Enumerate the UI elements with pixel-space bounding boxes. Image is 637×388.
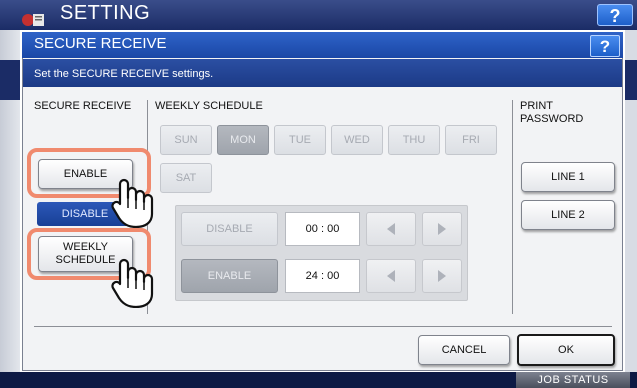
job-status-button[interactable]: JOB STATUS: [516, 372, 630, 388]
left-arrow-icon: [387, 270, 395, 282]
print-password-heading: PRINT PASSWORD: [520, 100, 584, 125]
left-strip-accent: [0, 60, 20, 100]
enable-time-decrease-button[interactable]: [366, 259, 416, 293]
cancel-button[interactable]: CANCEL: [418, 335, 510, 365]
right-arrow-icon: [438, 270, 446, 282]
dialog-message: Set the SECURE RECEIVE settings.: [34, 68, 214, 80]
left-arrow-icon: [387, 223, 395, 235]
schedule-disable-button[interactable]: DISABLE: [181, 212, 278, 246]
app-help-button[interactable]: ?: [597, 4, 633, 26]
ok-button[interactable]: OK: [517, 334, 615, 366]
disable-time-decrease-button[interactable]: [366, 212, 416, 246]
secure-receive-heading: SECURE RECEIVE: [34, 100, 132, 112]
day-mon-button[interactable]: MON: [217, 125, 269, 155]
disable-time-increase-button[interactable]: [422, 212, 462, 246]
line1-button[interactable]: LINE 1: [521, 162, 615, 192]
divider-right: [512, 100, 513, 314]
setting-logo-icon: [22, 14, 44, 26]
weekly-schedule-heading: WEEKLY SCHEDULE: [155, 100, 263, 112]
dialog-title: SECURE RECEIVE: [34, 35, 167, 52]
day-thu-button[interactable]: THU: [388, 125, 440, 155]
day-sat-button[interactable]: SAT: [160, 163, 212, 193]
day-sun-button[interactable]: SUN: [160, 125, 212, 155]
disable-time-field[interactable]: 00 : 00: [285, 212, 360, 246]
schedule-enable-button[interactable]: ENABLE: [181, 259, 278, 293]
tap-hand-icon: [111, 178, 154, 228]
day-fri-button[interactable]: FRI: [445, 125, 497, 155]
tap-hand-icon: [111, 258, 154, 308]
enable-time-increase-button[interactable]: [422, 259, 462, 293]
day-wed-button[interactable]: WED: [331, 125, 383, 155]
dialog-help-button[interactable]: ?: [590, 35, 620, 57]
day-tue-button[interactable]: TUE: [274, 125, 326, 155]
app-title: SETTING: [60, 2, 151, 24]
right-strip-accent: [625, 60, 637, 100]
footer-divider: [34, 326, 612, 327]
enable-time-field[interactable]: 24 : 00: [285, 259, 360, 293]
right-arrow-icon: [438, 223, 446, 235]
line2-button[interactable]: LINE 2: [521, 200, 615, 230]
